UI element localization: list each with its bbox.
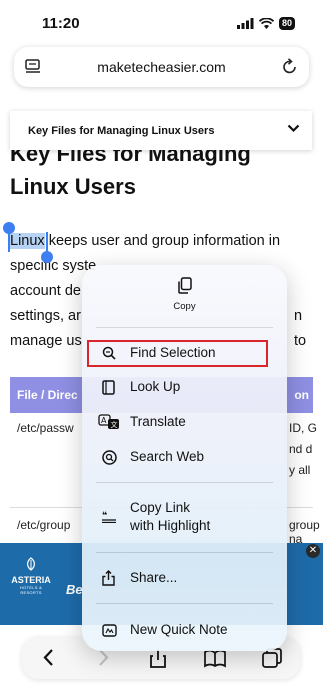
asteria-logo-icon	[27, 557, 35, 571]
bookmarks-icon[interactable]	[204, 648, 226, 668]
menu-divider	[96, 552, 273, 553]
menu-item-new-quick-note[interactable]: New Quick Note	[96, 621, 276, 639]
selection-end-handle[interactable]	[41, 251, 53, 263]
table-cell: ID, G	[289, 421, 318, 435]
table-header-file: File / Direc	[17, 388, 78, 402]
menu-item-share[interactable]: Share...	[96, 569, 276, 587]
article-title-line2: Linux Users	[10, 174, 136, 199]
url-text[interactable]: maketecheasier.com	[14, 59, 309, 75]
quick-note-icon	[102, 623, 117, 637]
context-menu: Copy Find Selection Look Up A文 Translate…	[82, 265, 287, 651]
table-cell: nd d	[289, 442, 313, 456]
menu-item-search-web[interactable]: Search Web	[96, 448, 276, 466]
menu-divider	[96, 482, 273, 483]
table-header-description: on	[294, 388, 309, 402]
search-web-icon	[102, 449, 117, 465]
svg-text:文: 文	[111, 420, 118, 429]
tabs-icon[interactable]	[262, 648, 282, 668]
status-icons: 80	[236, 17, 295, 30]
selection-start-bar	[8, 232, 10, 252]
menu-divider	[96, 327, 273, 328]
selected-text[interactable]: Linux	[10, 233, 45, 249]
menu-item-look-up[interactable]: Look Up	[96, 378, 276, 396]
table-cell: /etc/group	[17, 518, 71, 532]
battery-indicator: 80	[278, 17, 295, 30]
toc-label: Key Files for Managing Linux Users	[28, 124, 215, 137]
menu-item-copy-link-with-highlight[interactable]: ❝ Copy Link with Highlight	[96, 499, 276, 535]
quote-highlight-icon: ❝	[102, 511, 116, 523]
ad-close-button[interactable]: ✕	[306, 544, 320, 558]
ad-text: Be	[66, 582, 83, 597]
translate-icon: A文	[98, 414, 119, 429]
status-time: 11:20	[42, 15, 80, 32]
table-of-contents-dropdown[interactable]: Key Files for Managing Linux Users	[10, 111, 312, 150]
selection-end-bar	[46, 232, 48, 252]
copy-button[interactable]: Copy	[82, 277, 287, 312]
chevron-down-icon[interactable]	[287, 124, 300, 133]
book-icon	[102, 379, 115, 395]
wifi-icon	[258, 18, 274, 29]
find-selection-highlight-box	[87, 340, 268, 367]
selection-start-handle[interactable]	[3, 222, 15, 234]
back-icon[interactable]	[42, 648, 54, 667]
status-bar: 11:20 80	[0, 0, 323, 46]
menu-divider	[96, 603, 273, 604]
table-cell: group na	[289, 518, 320, 546]
cellular-signal-icon	[236, 18, 254, 29]
share-icon[interactable]	[150, 648, 166, 668]
svg-text:A: A	[101, 416, 107, 425]
ad-logo: ASTERIA HOTELS & RESORTS	[10, 557, 52, 595]
menu-item-translate[interactable]: A文 Translate	[96, 413, 276, 431]
copy-icon	[177, 277, 192, 294]
share-icon	[102, 570, 115, 586]
address-bar[interactable]: maketecheasier.com	[14, 47, 309, 87]
copy-label: Copy	[173, 301, 196, 312]
table-cell: /etc/passw	[17, 421, 74, 435]
reload-icon[interactable]	[282, 58, 298, 75]
table-cell: y all	[289, 463, 311, 477]
